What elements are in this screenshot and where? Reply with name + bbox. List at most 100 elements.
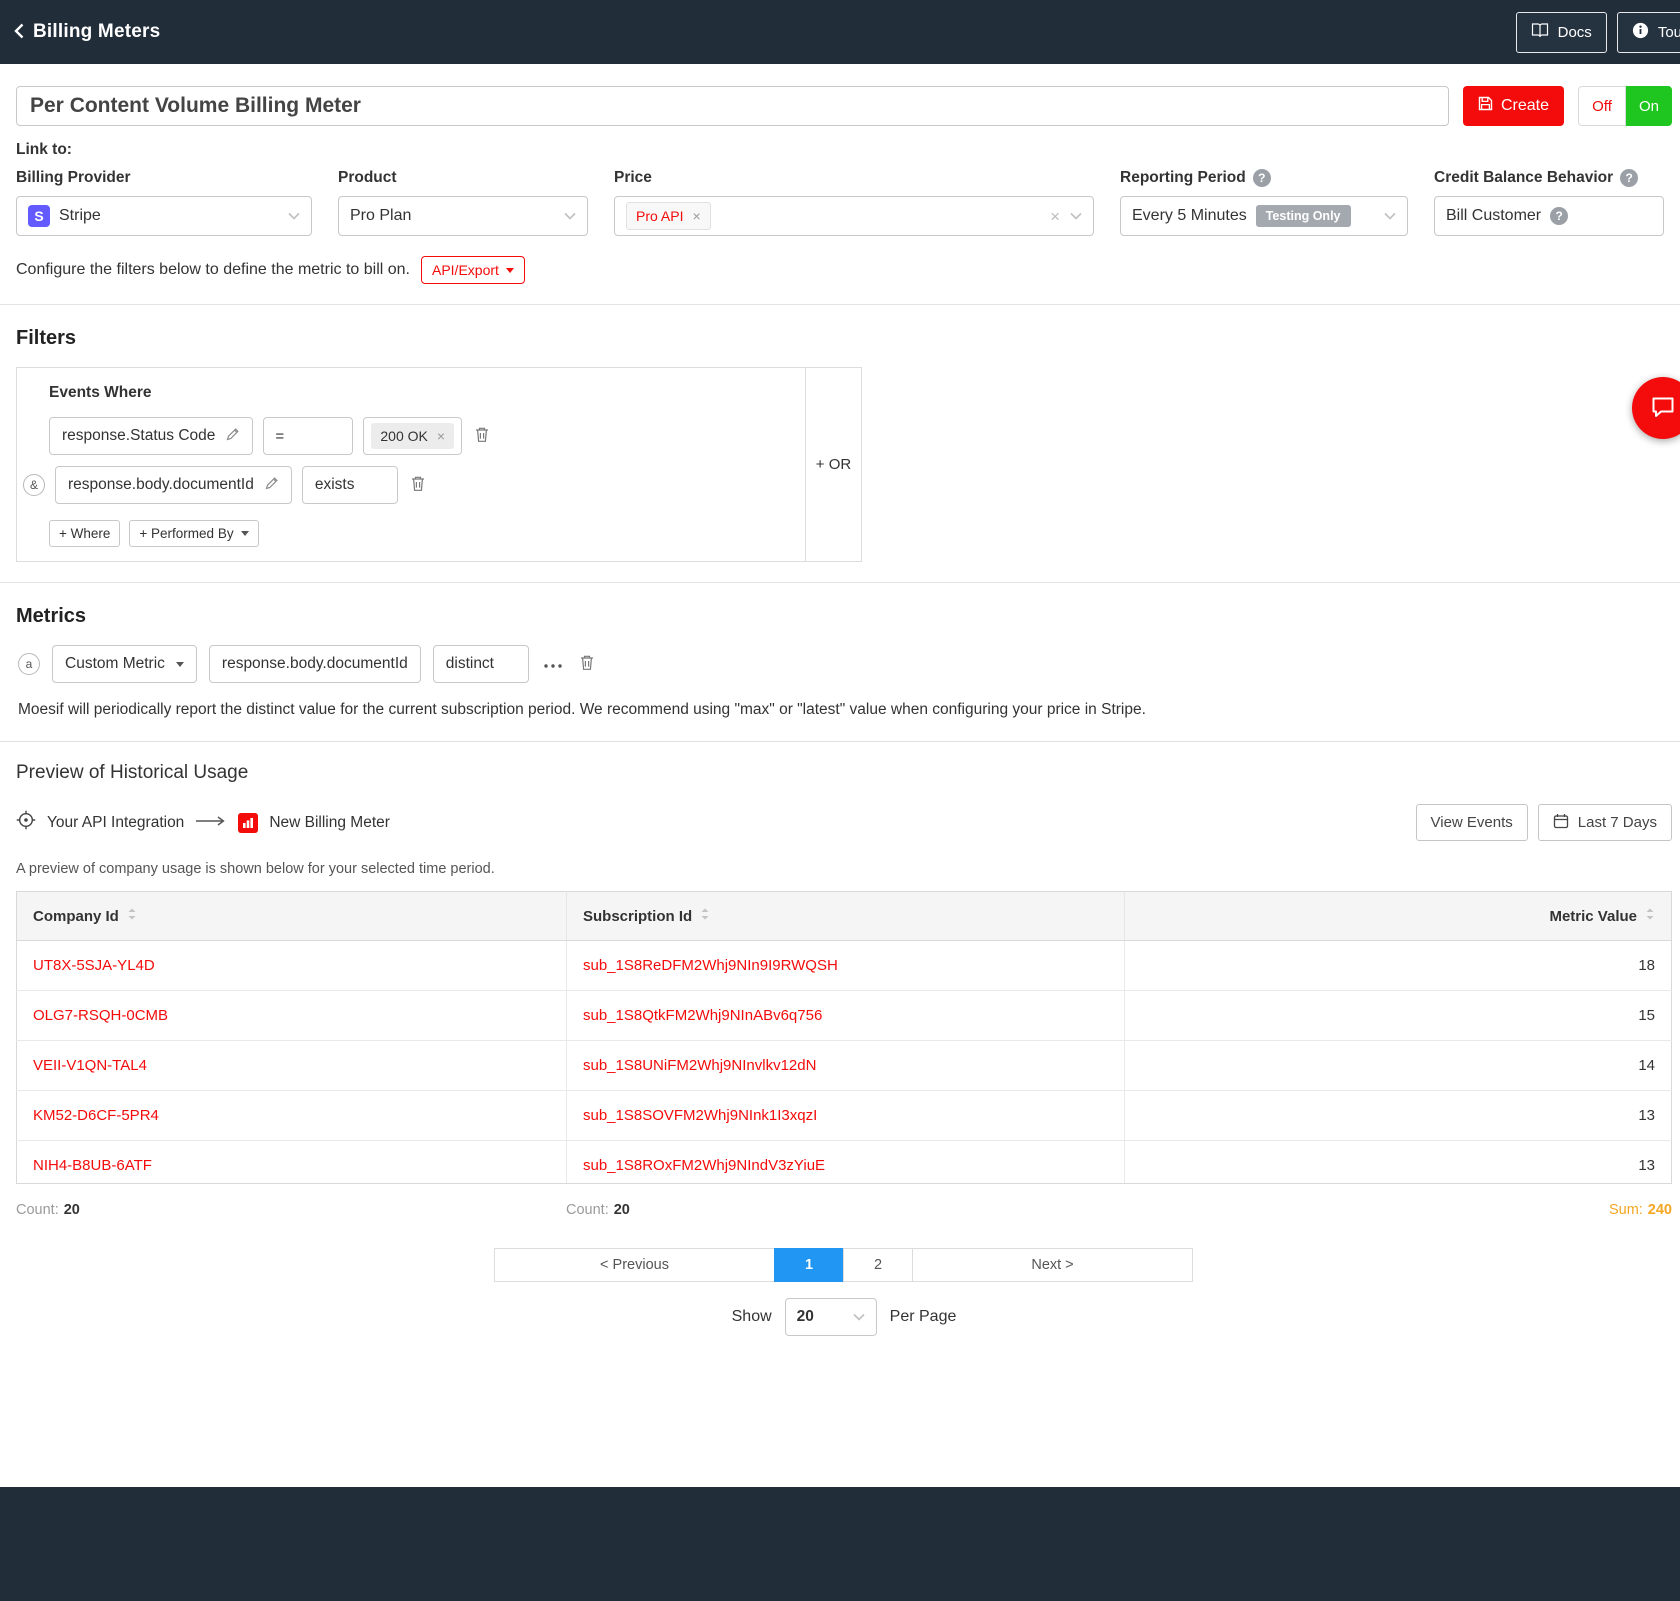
filter-value-select[interactable]: 200 OK × — [363, 417, 462, 455]
delete-filter-button[interactable] — [472, 424, 492, 448]
topbar: Billing Meters Docs Tour — [0, 0, 1680, 64]
add-or-button[interactable]: + OR — [805, 368, 861, 561]
billing-provider-label: Billing Provider — [16, 169, 312, 187]
billing-provider-value: Stripe — [59, 207, 101, 225]
company-id-cell[interactable]: OLG7-RSQH-0CMB — [17, 991, 567, 1041]
metrics-heading: Metrics — [16, 605, 1672, 628]
new-billing-meter-label: New Billing Meter — [269, 814, 390, 832]
more-options-button[interactable] — [541, 655, 565, 674]
caret-down-icon — [241, 531, 249, 536]
book-icon — [1531, 22, 1549, 42]
toggle-off-button[interactable]: Off — [1578, 86, 1626, 126]
previous-page-button[interactable]: < Previous — [494, 1248, 775, 1282]
create-button[interactable]: Create — [1463, 86, 1564, 126]
toggle-on-button[interactable]: On — [1626, 86, 1672, 126]
metric-badge: a — [18, 653, 40, 675]
filter-operator-select[interactable]: = — [263, 417, 353, 455]
column-header-subscription-id[interactable]: Subscription Id — [567, 892, 1125, 941]
filter-row: & response.body.documentId exists — [23, 466, 789, 504]
chip-remove-icon[interactable]: × — [692, 209, 700, 223]
table-row: OLG7-RSQH-0CMB sub_1S8QtkFM2Whj9NInABv6q… — [17, 991, 1672, 1041]
price-select[interactable]: Pro API × × — [614, 196, 1094, 236]
filter-value-label: 200 OK — [380, 428, 427, 444]
stripe-logo-icon: S — [28, 205, 50, 227]
delete-filter-button[interactable] — [408, 473, 428, 497]
subscription-id-cell[interactable]: sub_1S8QtkFM2Whj9NInABv6q756 — [567, 991, 1125, 1041]
chip-remove-icon[interactable]: × — [437, 429, 445, 443]
metric-value-cell: 13 — [1125, 1091, 1672, 1141]
api-export-button[interactable]: API/Export — [421, 256, 525, 284]
sort-icon — [700, 907, 710, 925]
chevron-down-icon — [1070, 212, 1082, 220]
help-icon[interactable]: ? — [1550, 207, 1568, 225]
help-icon[interactable]: ? — [1253, 169, 1271, 187]
price-chip: Pro API × — [626, 202, 711, 230]
off-on-toggle: Off On — [1578, 86, 1672, 126]
chevron-down-icon — [853, 1313, 865, 1321]
company-id-cell[interactable]: UT8X-5SJA-YL4D — [17, 941, 567, 991]
back-button[interactable] — [12, 22, 26, 43]
help-icon[interactable]: ? — [1620, 169, 1638, 187]
api-export-label: API/Export — [432, 262, 499, 278]
filter-operator-value: exists — [315, 476, 355, 494]
page-2-button[interactable]: 2 — [843, 1248, 913, 1282]
view-events-button[interactable]: View Events — [1416, 804, 1528, 841]
add-performed-by-button[interactable]: + Performed By — [129, 520, 258, 547]
filter-field-button[interactable]: response.body.documentId — [55, 466, 292, 504]
next-page-button[interactable]: Next > — [912, 1248, 1193, 1282]
clear-icon[interactable]: × — [1050, 208, 1060, 225]
chevron-down-icon — [564, 212, 576, 220]
filter-value-chip: 200 OK × — [371, 423, 454, 449]
company-id-cell[interactable]: KM52-D6CF-5PR4 — [17, 1091, 567, 1141]
subscription-id-cell[interactable]: sub_1S8ReDFM2Whj9NIn9I9RWQSH — [567, 941, 1125, 991]
reporting-period-select[interactable]: Every 5 Minutes Testing Only — [1120, 196, 1408, 236]
metric-aggregation-select[interactable]: distinct — [433, 645, 529, 683]
delete-metric-button[interactable] — [577, 652, 597, 676]
date-range-label: Last 7 Days — [1578, 814, 1657, 831]
filter-field-label: response.body.documentId — [68, 476, 254, 494]
reporting-period-label: Reporting Period ? — [1120, 169, 1408, 187]
arrow-right-icon — [195, 814, 227, 832]
main-content: Create Off On Link to: Billing Provider … — [0, 64, 1680, 1487]
column-header-company-id[interactable]: Company Id — [17, 892, 567, 941]
meter-name-input[interactable] — [16, 86, 1449, 126]
filter-operator-select[interactable]: exists — [302, 466, 398, 504]
company-id-cell[interactable]: NIH4-B8UB-6ATF — [17, 1141, 567, 1185]
chevron-down-icon — [288, 212, 300, 220]
metric-aggregation-value: distinct — [446, 655, 494, 673]
billing-provider-select[interactable]: S Stripe — [16, 196, 312, 236]
section-divider — [0, 582, 1680, 583]
show-label: Show — [732, 1308, 772, 1326]
save-icon — [1478, 96, 1493, 116]
create-label: Create — [1501, 97, 1549, 115]
docs-button[interactable]: Docs — [1516, 12, 1607, 53]
add-where-button[interactable]: + Where — [49, 520, 120, 547]
docs-label: Docs — [1558, 24, 1592, 41]
column-header-metric-value[interactable]: Metric Value — [1125, 892, 1672, 941]
target-icon — [16, 810, 36, 835]
page-size-row: Show 20 Per Page — [16, 1298, 1672, 1370]
page-1-button[interactable]: 1 — [774, 1248, 844, 1282]
subscription-id-cell[interactable]: sub_1S8ROxFM2Whj9NIndV3zYiuE — [567, 1141, 1125, 1185]
product-select[interactable]: Pro Plan — [338, 196, 588, 236]
reporting-period-value: Every 5 Minutes — [1132, 207, 1247, 225]
company-id-cell[interactable]: VEII-V1QN-TAL4 — [17, 1041, 567, 1091]
caret-down-icon — [506, 268, 514, 273]
filter-field-button[interactable]: response.Status Code — [49, 417, 253, 455]
trash-icon — [579, 654, 595, 674]
page-size-select[interactable]: 20 — [785, 1298, 877, 1336]
metric-help-text: Moesif will periodically report the dist… — [18, 701, 1672, 719]
credit-balance-select[interactable]: Bill Customer ? — [1434, 196, 1664, 236]
add-performed-by-label: + Performed By — [139, 526, 233, 541]
count-label: Count: — [16, 1202, 59, 1218]
metric-type-select[interactable]: Custom Metric — [52, 645, 197, 683]
credit-balance-label: Credit Balance Behavior ? — [1434, 169, 1664, 187]
tour-button[interactable]: Tour — [1617, 12, 1680, 53]
metric-field-select[interactable]: response.body.documentId — [209, 645, 421, 683]
metric-value-cell: 14 — [1125, 1041, 1672, 1091]
subscription-id-cell[interactable]: sub_1S8UNiFM2Whj9NInvlkv12dN — [567, 1041, 1125, 1091]
table-summary: Count:20 Count:20 Sum:240 — [16, 1202, 1672, 1218]
date-range-button[interactable]: Last 7 Days — [1538, 804, 1672, 841]
credit-balance-value: Bill Customer — [1446, 207, 1541, 225]
subscription-id-cell[interactable]: sub_1S8SOVFM2Whj9NInk1I3xqzI — [567, 1091, 1125, 1141]
